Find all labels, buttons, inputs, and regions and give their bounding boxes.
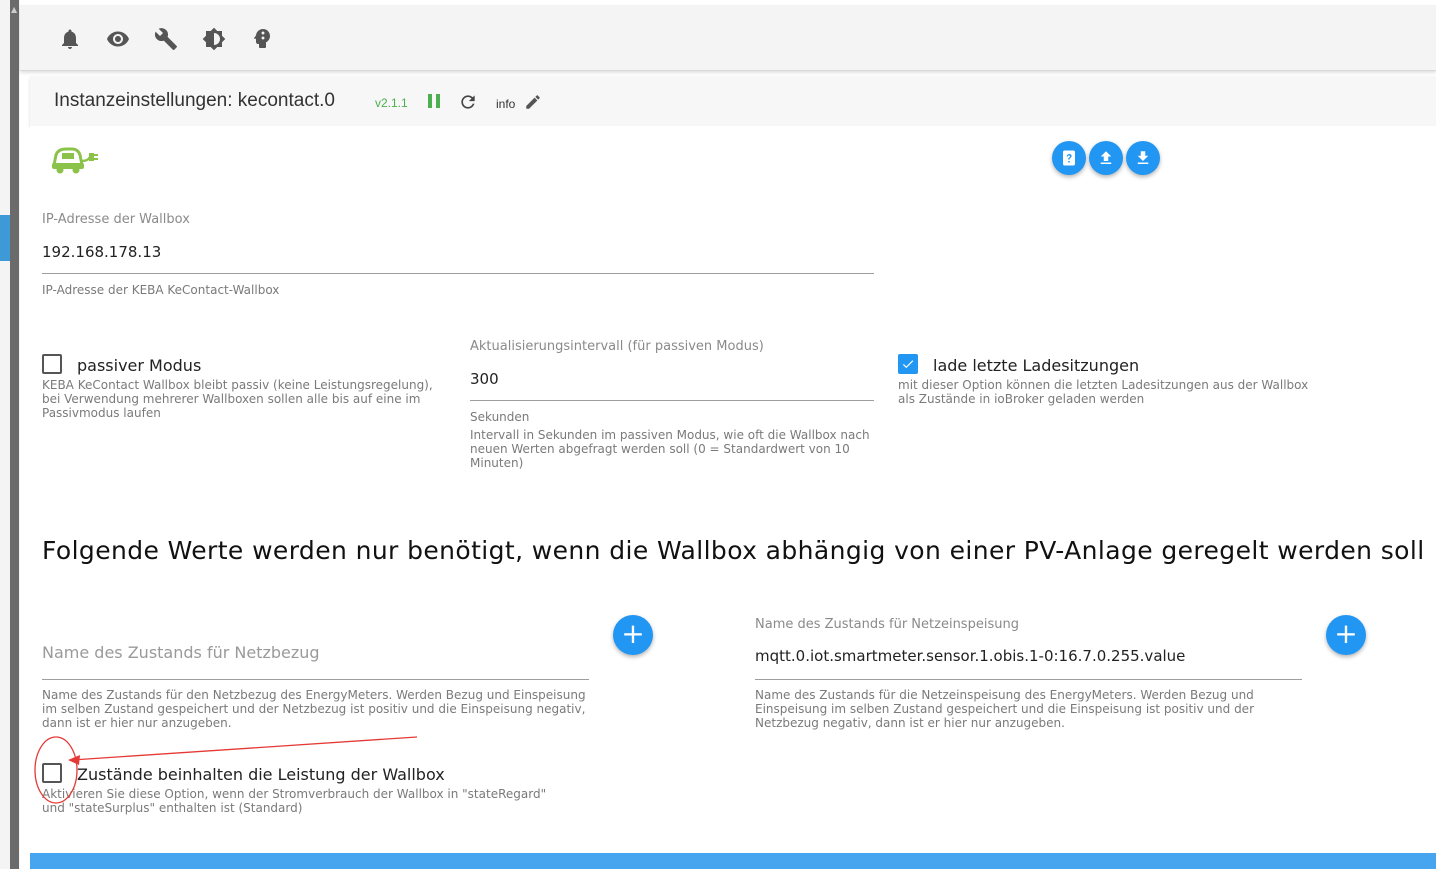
passive-mode-checkbox[interactable]	[42, 354, 62, 374]
interval-unit: Sekunden	[470, 410, 530, 424]
help-button[interactable]	[1052, 141, 1086, 175]
left-scrollbar[interactable]: ▲	[0, 0, 20, 869]
ip-address-input[interactable]: 192.168.178.13	[42, 243, 161, 261]
scroll-position-marker	[0, 215, 10, 261]
ip-field-helper: IP-Adresse der KEBA KeContact-Wallbox	[42, 283, 280, 297]
add-state-surplus-button[interactable]: +	[1326, 615, 1366, 655]
pv-section-heading: Folgende Werte werden nur benötigt, wenn…	[42, 536, 1425, 565]
ip-field-label: IP-Adresse der Wallbox	[42, 212, 190, 227]
interval-helper: Intervall in Sekunden im passiven Modus,…	[470, 428, 870, 470]
pause-icon[interactable]	[428, 94, 442, 110]
add-state-regard-button[interactable]: +	[613, 615, 653, 655]
scroll-up-arrow-icon[interactable]: ▲	[11, 6, 19, 14]
interval-field-label: Aktualisierungsintervall (für passiven M…	[470, 339, 764, 354]
upload-icon	[1100, 151, 1112, 164]
page-title: Instanzeinstellungen: kecontact.0	[54, 90, 335, 111]
head-icon[interactable]	[250, 27, 274, 51]
states-include-wallbox-label: Zustände beinhalten die Leistung der Wal…	[77, 765, 445, 784]
load-sessions-checkbox[interactable]	[898, 354, 918, 374]
download-button[interactable]	[1126, 141, 1160, 175]
state-regard-input[interactable]: Name des Zustands für Netzbezug	[42, 643, 320, 662]
interval-field-underline	[470, 400, 874, 401]
info-link[interactable]: info	[496, 97, 515, 111]
wrench-icon[interactable]	[154, 27, 178, 51]
pencil-icon[interactable]	[524, 93, 542, 111]
instance-header: Instanzeinstellungen: kecontact.0 v2.1.1…	[30, 76, 1436, 126]
passive-mode-label: passiver Modus	[77, 356, 202, 375]
states-include-wallbox-checkbox[interactable]	[42, 763, 62, 783]
reload-icon[interactable]	[458, 92, 478, 112]
scrollbar-track[interactable]	[10, 0, 19, 869]
state-surplus-helper: Name des Zustands für die Netzeinspeisun…	[755, 688, 1255, 730]
ip-field-underline	[42, 273, 874, 274]
top-toolbar	[20, 5, 1436, 71]
state-surplus-input[interactable]: mqtt.0.iot.smartmeter.sensor.1.obis.1-0:…	[755, 647, 1185, 665]
state-surplus-label: Name des Zustands für Netzeinspeisung	[755, 617, 1019, 632]
state-regard-underline	[42, 679, 589, 680]
state-regard-helper: Name des Zustands für den Netzbezug des …	[42, 688, 586, 730]
load-sessions-label: lade letzte Ladesitzungen	[933, 356, 1140, 375]
bottom-action-bar	[30, 853, 1436, 869]
download-icon	[1137, 151, 1149, 164]
upload-button[interactable]	[1089, 141, 1123, 175]
brightness-icon[interactable]	[202, 27, 226, 51]
checkmark-icon	[902, 360, 914, 369]
settings-content	[30, 126, 1436, 854]
kecontact-logo-icon	[50, 143, 100, 177]
states-include-wallbox-helper: Aktivieren Sie diese Option, wenn der St…	[42, 787, 547, 815]
state-surplus-underline	[755, 679, 1302, 680]
help-book-icon	[1063, 150, 1075, 166]
eye-icon[interactable]	[106, 27, 130, 51]
interval-input[interactable]: 300	[470, 370, 499, 388]
bell-icon[interactable]	[58, 27, 82, 51]
load-sessions-helper: mit dieser Option können die letzten Lad…	[898, 378, 1309, 406]
passive-mode-helper: KEBA KeContact Wallbox bleibt passiv (ke…	[42, 378, 433, 420]
version-badge: v2.1.1	[375, 96, 408, 110]
